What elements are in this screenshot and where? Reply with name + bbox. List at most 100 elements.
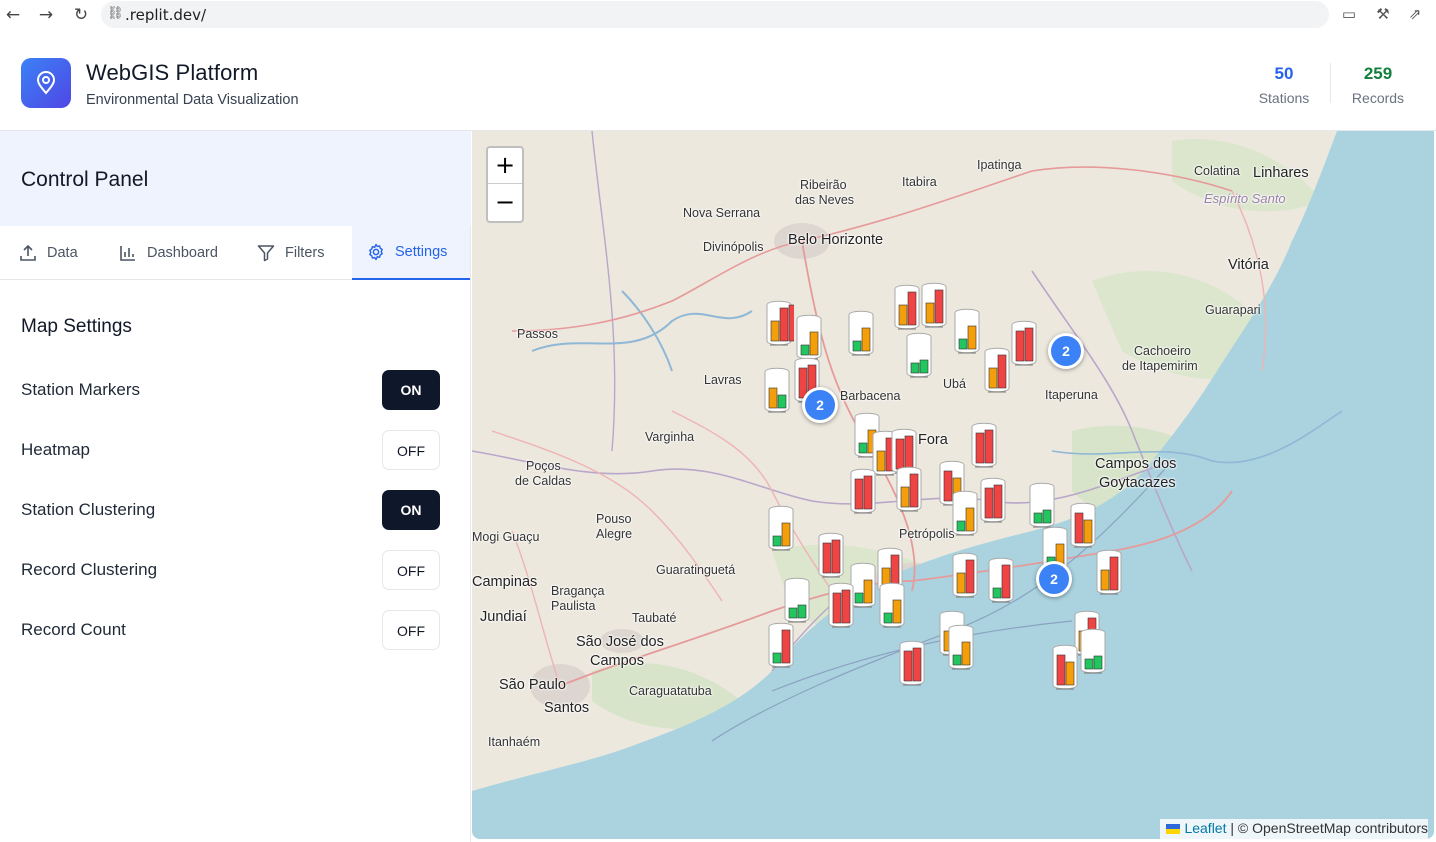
forward-icon[interactable]: → — [35, 4, 57, 26]
place-label: de Itapemirim — [1122, 359, 1198, 373]
station-marker[interactable] — [950, 489, 980, 537]
place-label: Poços — [526, 459, 561, 473]
attribution-text: | © OpenStreetMap contributors — [1230, 820, 1428, 836]
records-stat: 259 Records — [1333, 64, 1423, 106]
station-marker[interactable] — [952, 307, 982, 355]
record-clustering-toggle[interactable]: OFF — [382, 550, 440, 590]
panel-header: Control Panel — [0, 131, 471, 226]
place-label: Santos — [544, 700, 590, 716]
station-marker[interactable] — [877, 581, 907, 629]
place-label: Itanhaém — [488, 735, 541, 749]
place-label: Taubaté — [632, 611, 677, 625]
place-label: Nova Serrana — [683, 206, 761, 220]
station-marker[interactable] — [946, 623, 976, 671]
place-label: Paulista — [551, 599, 596, 613]
cluster-marker[interactable]: 2 — [802, 387, 838, 423]
setting-station-clustering: Station Clustering ON — [0, 490, 471, 530]
tab-bar: Data Dashboard Filters Settings — [0, 226, 471, 280]
station-marker[interactable] — [766, 621, 796, 669]
place-label: Itabira — [902, 175, 937, 189]
stations-label: Stations — [1258, 90, 1310, 106]
station-marker[interactable] — [919, 281, 949, 329]
stations-stat: 50 Stations — [1239, 64, 1329, 106]
place-label: Cachoeiro — [1134, 344, 1191, 358]
section-title: Map Settings — [21, 316, 132, 337]
station-marker[interactable] — [1027, 481, 1057, 529]
station-marker[interactable] — [1009, 319, 1039, 367]
address-bar[interactable]: ⛓ .replit.dev/ — [101, 1, 1329, 28]
tab-label: Data — [47, 245, 78, 261]
tab-settings[interactable]: Settings — [352, 226, 470, 280]
heatmap-toggle[interactable]: OFF — [382, 430, 440, 470]
cast-icon[interactable]: ▭ — [1339, 4, 1359, 24]
setting-label: Station Clustering — [21, 500, 156, 519]
app-subtitle: Environmental Data Visualization — [86, 92, 299, 108]
logo — [21, 58, 71, 108]
station-marker[interactable] — [1050, 643, 1080, 691]
station-marker[interactable] — [846, 309, 876, 357]
station-marker[interactable] — [986, 556, 1016, 604]
station-marker[interactable] — [969, 421, 999, 469]
reload-icon[interactable]: ↻ — [70, 4, 92, 26]
map-pin-icon — [36, 71, 56, 95]
panel-title: Control Panel — [21, 168, 149, 191]
open-external-icon[interactable]: ⇗ — [1405, 4, 1425, 24]
setting-record-count: Record Count OFF — [0, 610, 471, 650]
place-label: Barbacena — [840, 389, 901, 403]
place-label: Ribeirão — [800, 178, 847, 192]
station-marker[interactable] — [816, 531, 846, 579]
record-count-toggle[interactable]: OFF — [382, 610, 440, 650]
place-label: Espírito Santo — [1204, 191, 1286, 206]
station-marker[interactable] — [978, 476, 1008, 524]
filter-icon — [257, 245, 275, 262]
app-header: WebGIS Platform Environmental Data Visua… — [0, 34, 1436, 131]
setting-label: Heatmap — [21, 440, 90, 459]
station-markers-toggle[interactable]: ON — [382, 370, 440, 410]
station-marker[interactable] — [897, 639, 927, 687]
place-label: Guaratinguetá — [656, 563, 736, 577]
back-icon[interactable]: ← — [2, 4, 24, 26]
station-clustering-toggle[interactable]: ON — [382, 490, 440, 530]
place-label: Linhares — [1253, 165, 1309, 181]
station-marker[interactable] — [950, 551, 980, 599]
place-label: Campos — [590, 653, 644, 669]
map-attribution: Leaflet | © OpenStreetMap contributors — [1160, 819, 1428, 839]
stations-count: 50 — [1274, 64, 1294, 83]
place-label: Alegre — [596, 527, 633, 541]
place-label: das Neves — [795, 193, 855, 207]
place-label: São José dos — [576, 634, 664, 650]
place-label: Ipatinga — [977, 158, 1022, 172]
station-marker[interactable] — [982, 346, 1012, 394]
station-marker[interactable] — [904, 331, 934, 379]
leaflet-link[interactable]: Leaflet — [1184, 820, 1226, 836]
station-marker[interactable] — [762, 366, 792, 414]
station-marker[interactable] — [1094, 548, 1124, 596]
wrench-icon[interactable]: ⚒ — [1373, 4, 1393, 24]
station-marker[interactable] — [826, 581, 856, 629]
tab-filters[interactable]: Filters — [238, 226, 352, 280]
tab-data[interactable]: Data — [0, 226, 100, 280]
gear-icon — [369, 243, 383, 261]
place-label: Goytacazes — [1099, 475, 1176, 491]
station-marker[interactable] — [794, 313, 824, 361]
url-text: .replit.dev/ — [125, 6, 207, 24]
station-marker[interactable] — [766, 504, 796, 552]
station-marker[interactable] — [782, 576, 812, 624]
place-label: Divinópolis — [703, 240, 764, 254]
zoom-in-button[interactable]: + — [488, 148, 522, 184]
zoom-out-button[interactable]: − — [488, 185, 522, 221]
station-marker[interactable] — [892, 283, 922, 331]
cluster-marker[interactable]: 2 — [1048, 333, 1084, 369]
cluster-marker[interactable]: 2 — [1036, 561, 1072, 597]
place-label: Campinas — [472, 574, 538, 590]
station-marker[interactable] — [1068, 501, 1098, 549]
place-label: Varginha — [645, 430, 695, 444]
station-marker[interactable] — [894, 465, 924, 513]
upload-icon — [20, 244, 36, 261]
map-view[interactable]: Ipatinga Ribeirão das Neves Itabira Cola… — [472, 131, 1434, 839]
station-marker[interactable] — [764, 299, 798, 347]
bar-chart-icon — [120, 246, 135, 261]
station-marker[interactable] — [1078, 627, 1108, 675]
tab-dashboard[interactable]: Dashboard — [100, 226, 238, 280]
station-marker[interactable] — [848, 467, 878, 515]
